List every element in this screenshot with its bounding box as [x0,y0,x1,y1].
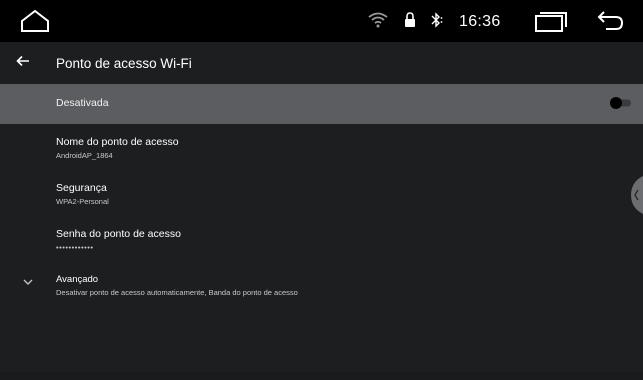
pref-summary: Desativar ponto de acesso automaticament… [56,288,298,297]
hotspot-toggle-row[interactable]: Desativada [0,84,643,124]
pref-hotspot-name[interactable]: Nome do ponto de acesso AndroidAP_1864 [56,136,179,161]
pref-security[interactable]: Segurança WPA2-Personal [56,182,109,207]
pref-title: Segurança [56,182,107,194]
pref-title: Nome do ponto de acesso [56,136,179,148]
wifi-hotspot-icon [368,12,388,28]
app-bar: Ponto de acesso Wi-Fi [0,42,643,84]
toggle-label: Desativada [56,97,109,109]
status-bar: 16:36 [0,0,643,42]
pref-summary: AndroidAP_1864 [56,151,113,160]
lock-icon [405,12,415,27]
page-title: Ponto de acesso Wi-Fi [56,56,192,71]
pref-hotspot-password[interactable]: Senha do ponto de acesso •••••••••••• [56,228,181,253]
pref-title: Avançado [56,274,99,285]
recents-icon[interactable] [534,11,568,33]
arrow-back-icon[interactable] [16,54,30,68]
clock: 16:36 [459,13,501,30]
back-icon[interactable] [596,10,624,32]
bottom-edge [0,372,643,380]
pref-title: Senha do ponto de acesso [56,228,181,240]
pref-summary: WPA2-Personal [56,197,109,206]
bluetooth-icon [431,12,443,28]
hotspot-switch[interactable] [609,96,633,110]
side-panel-handle[interactable] [627,176,643,214]
chevron-down-icon[interactable] [22,278,34,286]
pref-advanced[interactable]: Avançado Desativar ponto de acesso autom… [56,273,298,298]
pref-summary: •••••••••••• [56,243,94,252]
home-icon[interactable] [20,9,50,33]
